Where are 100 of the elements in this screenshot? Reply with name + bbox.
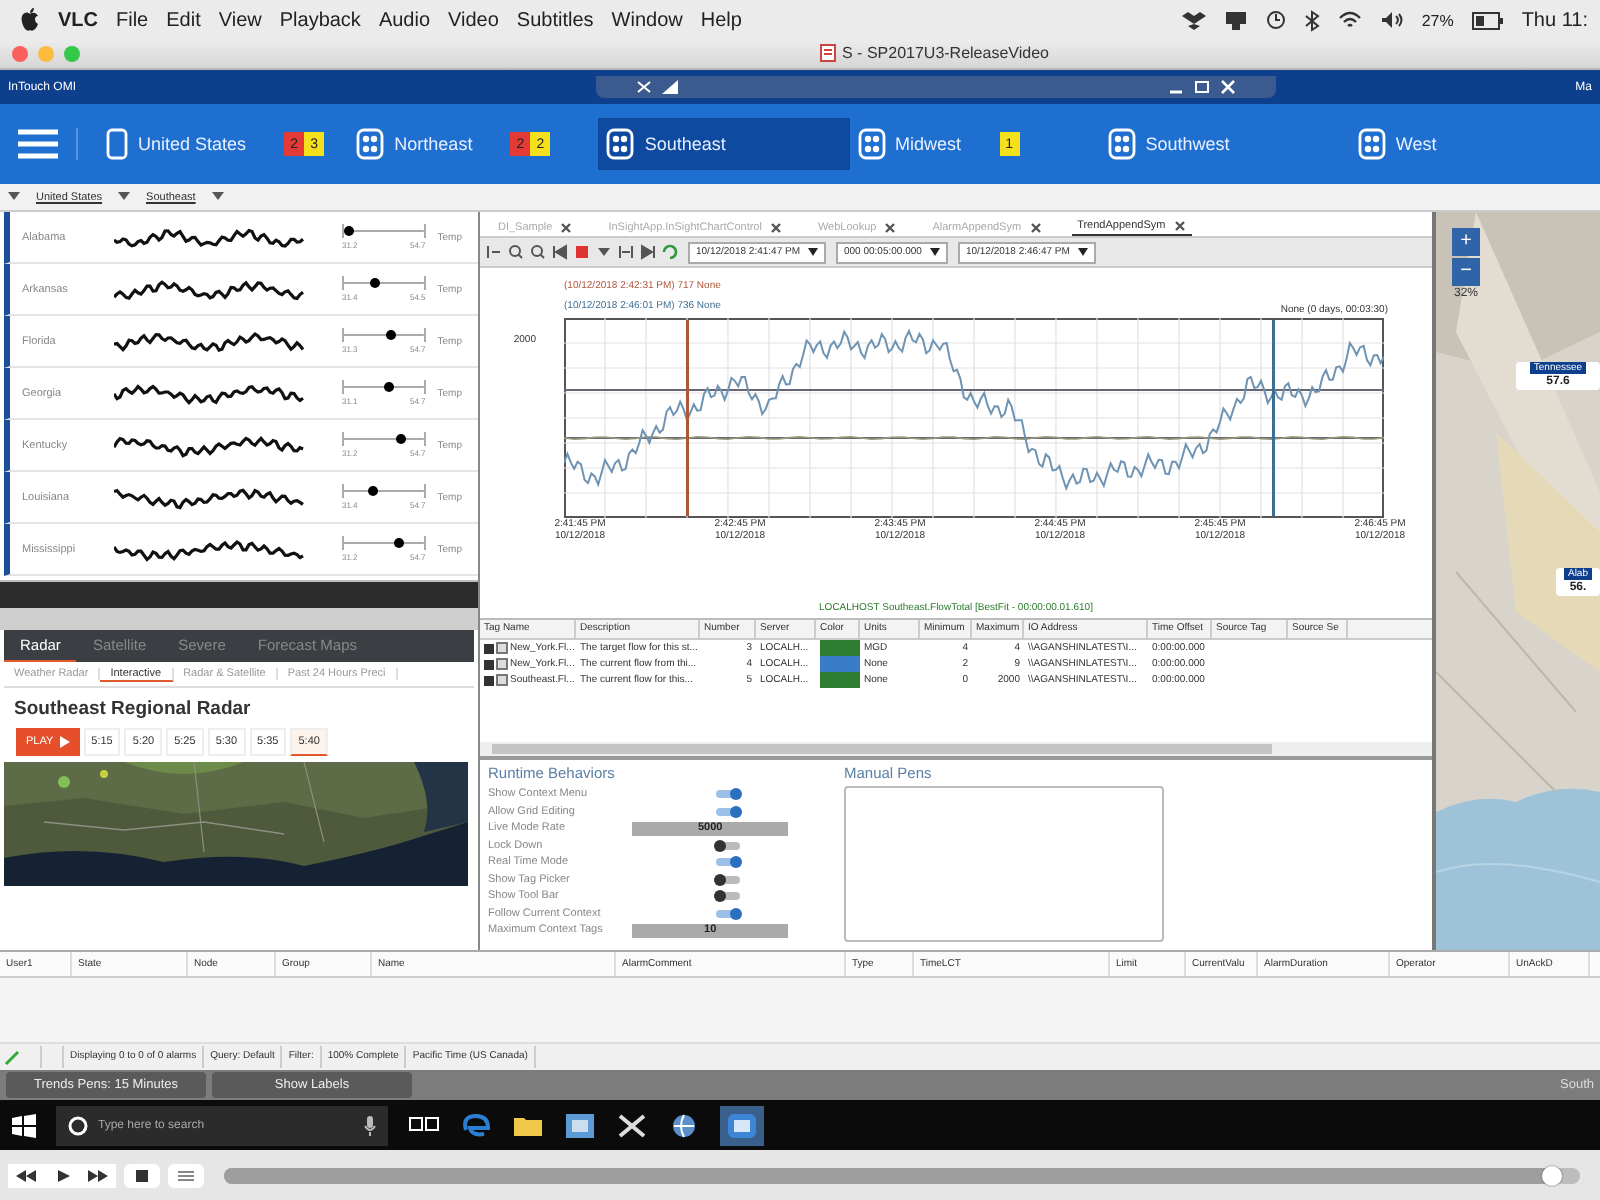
close-icon[interactable] [769,222,782,234]
clock-text: Thu 11: [1521,9,1588,31]
grid-icon [1357,128,1386,160]
tab-label: Midwest [895,134,962,154]
close-icon[interactable] [1173,220,1186,232]
menu-item[interactable]: Audio [378,9,431,31]
record-icon[interactable] [574,244,590,260]
tab-label: United States [138,134,247,154]
play-icon [52,1169,72,1181]
temperature-slider[interactable] [341,432,426,446]
slider-thumb[interactable] [383,382,394,392]
slider-thumb[interactable] [343,226,354,236]
tab-label: Southwest [1145,134,1230,154]
toggle-switch[interactable] [716,841,740,850]
bluetooth-icon[interactable] [1303,9,1320,31]
menu-item[interactable]: Subtitles [516,9,594,31]
pin-icon[interactable] [636,80,652,94]
signal-icon [662,80,678,94]
tab-label: West [1395,134,1437,154]
scrollbar-thumb[interactable] [492,744,1272,754]
microphone-icon[interactable] [364,1115,376,1135]
color-swatch[interactable] [820,656,860,672]
slider-thumb[interactable] [395,434,406,444]
menu-item[interactable]: File [116,9,149,31]
region-tab[interactable]: Southwest [1099,118,1350,170]
clock-icon[interactable] [1265,10,1286,30]
zoom-in-icon[interactable] [508,244,524,260]
wifi-icon[interactable] [1337,10,1362,30]
region-tab[interactable]: West [1349,118,1600,170]
toggle-switch[interactable] [716,858,740,867]
tools-icon[interactable] [616,1111,648,1139]
app-menu[interactable]: VLC [58,9,98,31]
temperature-slider[interactable] [341,276,426,290]
tablet-icon [106,128,128,160]
zoom-out-button[interactable]: − [1452,258,1480,286]
close-icon[interactable] [884,222,897,234]
toggle-switch[interactable] [716,892,740,901]
caret-icon[interactable] [1077,248,1088,256]
skip-back-icon[interactable] [552,244,568,260]
slider-thumb[interactable] [394,538,405,548]
caret-icon[interactable] [929,248,940,256]
toggle-switch[interactable] [716,790,740,799]
caret-icon[interactable] [118,192,131,202]
temperature-slider[interactable] [341,484,426,498]
rewind-icon [16,1169,36,1181]
dropbox-icon[interactable] [1181,10,1206,30]
caret-icon[interactable] [8,192,20,202]
toggle-switch[interactable] [716,909,740,918]
globe-icon[interactable] [668,1111,700,1139]
color-swatch[interactable] [820,640,860,656]
close-icon[interactable] [560,222,573,234]
checkbox[interactable] [484,643,494,653]
restore-icon[interactable] [1194,80,1210,94]
grid-icon [1107,128,1136,160]
stop-button[interactable] [124,1163,160,1187]
menu-item[interactable]: Window [611,9,683,31]
zoom-out-icon[interactable] [530,244,546,260]
slider-thumb[interactable] [1542,1165,1563,1185]
play-icon [59,736,70,748]
menu-item[interactable]: Playback [279,9,361,31]
temperature-slider[interactable] [341,536,426,550]
color-swatch[interactable] [820,672,860,688]
menu-item[interactable]: Help [700,9,742,31]
window-app-icon[interactable] [720,1105,764,1145]
caret-icon[interactable] [808,248,818,256]
menu-item[interactable]: View [218,9,262,31]
checkbox[interactable] [484,675,494,685]
toggle-switch[interactable] [716,807,740,816]
toggle-switch[interactable] [716,875,740,884]
window-title: S - SP2017U3-ReleaseVideo [842,44,1049,62]
temperature-slider[interactable] [341,328,426,342]
menu-icon[interactable] [16,128,78,160]
speaker-icon[interactable] [1379,10,1404,30]
slider-thumb[interactable] [367,486,378,496]
refresh-icon[interactable] [662,244,678,260]
region-tab[interactable]: Southeast [598,118,850,170]
dropdown-icon[interactable] [596,244,612,260]
zoom-in-button[interactable]: + [1452,228,1480,256]
caret-icon[interactable] [211,192,224,202]
windows-start-icon[interactable] [12,1113,36,1137]
grid-icon [857,128,886,160]
edge-icon[interactable] [460,1111,492,1139]
temperature-slider[interactable] [341,380,426,394]
skip-forward-icon[interactable] [640,244,656,260]
battery-percentage: 27% [1421,11,1454,29]
slider-thumb[interactable] [385,330,396,340]
menu-item[interactable]: Edit [166,9,201,31]
close-icon[interactable] [1029,222,1042,234]
temperature-slider[interactable] [341,224,426,238]
apple-icon[interactable] [20,8,40,32]
display-icon[interactable] [1223,10,1248,30]
menu-item[interactable]: Video [448,9,499,31]
slider-thumb[interactable] [370,278,381,288]
pencil-icon[interactable] [4,1049,20,1065]
pan-icon[interactable] [486,244,502,260]
app-icon[interactable] [564,1111,596,1139]
grid-icon [606,128,635,160]
grid-icon [356,128,385,160]
battery-icon[interactable] [1471,11,1504,29]
checkbox[interactable] [484,659,494,669]
